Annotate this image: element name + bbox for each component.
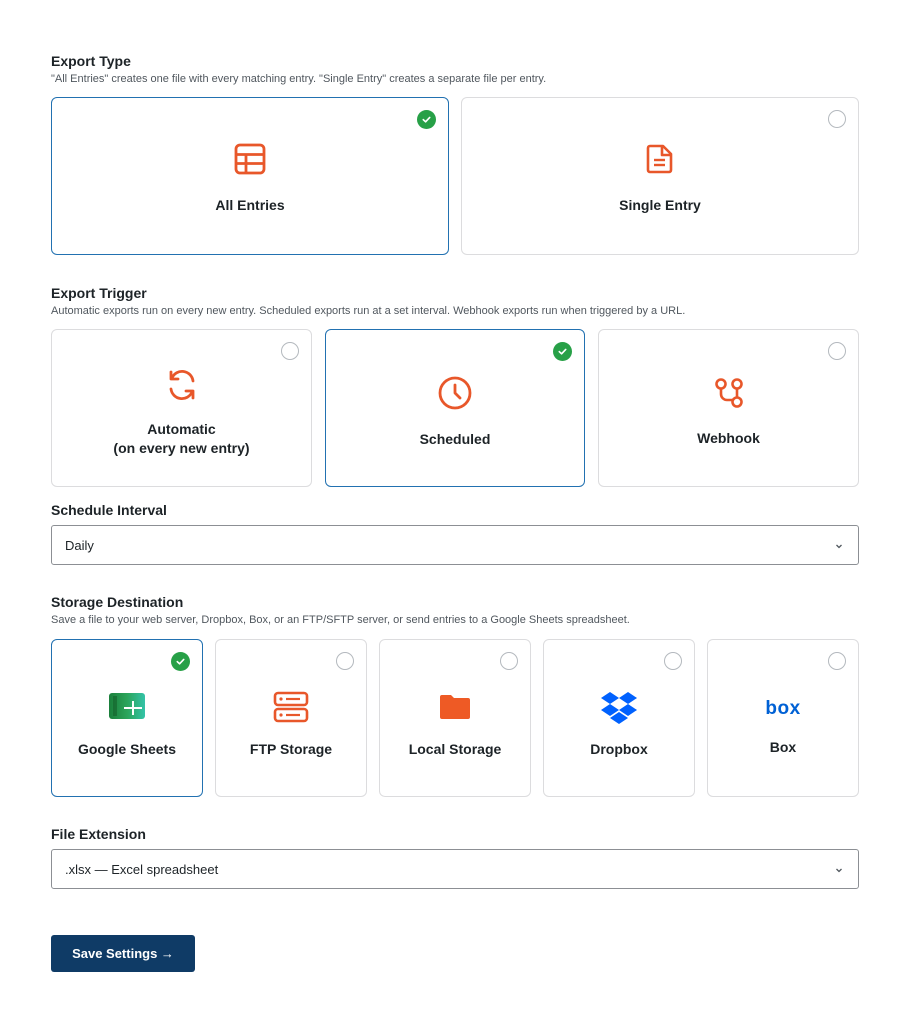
google-sheets-icon [108,691,146,726]
file-extension-title: File Extension [51,826,146,842]
trigger-scheduled-card[interactable]: Scheduled [325,329,585,487]
file-extension-select[interactable]: .xlsx — Excel spreadsheet [51,849,859,889]
schedule-interval-title: Schedule Interval [51,502,167,518]
box-label: Box [769,738,797,755]
checkmark-icon [417,110,436,129]
export-type-single-entry-card[interactable]: Single Entry [461,97,859,255]
export-type-description: "All Entries" creates one file with ever… [51,73,547,85]
webhook-icon [712,376,746,415]
storage-dropbox-card[interactable]: Dropbox [543,639,695,797]
file-extension-value: .xlsx — Excel spreadsheet [65,861,219,877]
checkmark-icon [171,652,190,671]
trigger-automatic-card[interactable]: Automatic (on every new entry) [51,329,312,487]
radio-unselected[interactable] [281,342,299,360]
storage-destination-description: Save a file to your web server, Dropbox,… [51,614,630,626]
export-type-all-entries-card[interactable]: All Entries [51,97,449,255]
server-icon [273,691,309,728]
radio-unselected[interactable] [828,342,846,360]
radio-unselected[interactable] [500,652,518,670]
dropbox-icon [600,691,638,730]
storage-box-card[interactable]: box Box [707,639,859,797]
schedule-interval-select[interactable]: Daily [51,525,859,565]
export-trigger-description: Automatic exports run on every new entry… [51,305,686,317]
storage-ftp-card[interactable]: FTP Storage [215,639,367,797]
local-storage-label: Local Storage [408,741,502,757]
refresh-icon [164,367,200,408]
trigger-webhook-card[interactable]: Webhook [598,329,859,487]
radio-unselected[interactable] [828,652,846,670]
radio-unselected[interactable] [828,110,846,128]
box-logo: box [765,697,801,719]
automatic-label: Automatic (on every new entry) [113,420,250,456]
storage-destination-title: Storage Destination [51,594,184,610]
save-settings-button[interactable]: Save Settings → [51,935,195,972]
all-entries-label: All Entries [215,197,285,213]
checkmark-icon [553,342,572,361]
table-icon [234,143,266,180]
export-trigger-title: Export Trigger [51,285,147,301]
export-type-title: Export Type [51,53,131,69]
chevron-down-icon [834,539,844,554]
folder-icon [438,691,472,726]
google-sheets-label: Google Sheets [77,741,177,757]
storage-local-card[interactable]: Local Storage [379,639,531,797]
single-entry-label: Single Entry [619,197,701,213]
clock-icon [437,375,473,416]
scheduled-label: Scheduled [419,431,491,447]
document-icon [644,143,676,180]
storage-google-sheets-card[interactable]: Google Sheets [51,639,203,797]
radio-unselected[interactable] [664,652,682,670]
chevron-down-icon [834,863,844,878]
ftp-storage-label: FTP Storage [249,741,333,757]
dropbox-label: Dropbox [590,741,648,757]
schedule-interval-value: Daily [65,537,94,553]
radio-unselected[interactable] [336,652,354,670]
webhook-label: Webhook [697,430,760,446]
